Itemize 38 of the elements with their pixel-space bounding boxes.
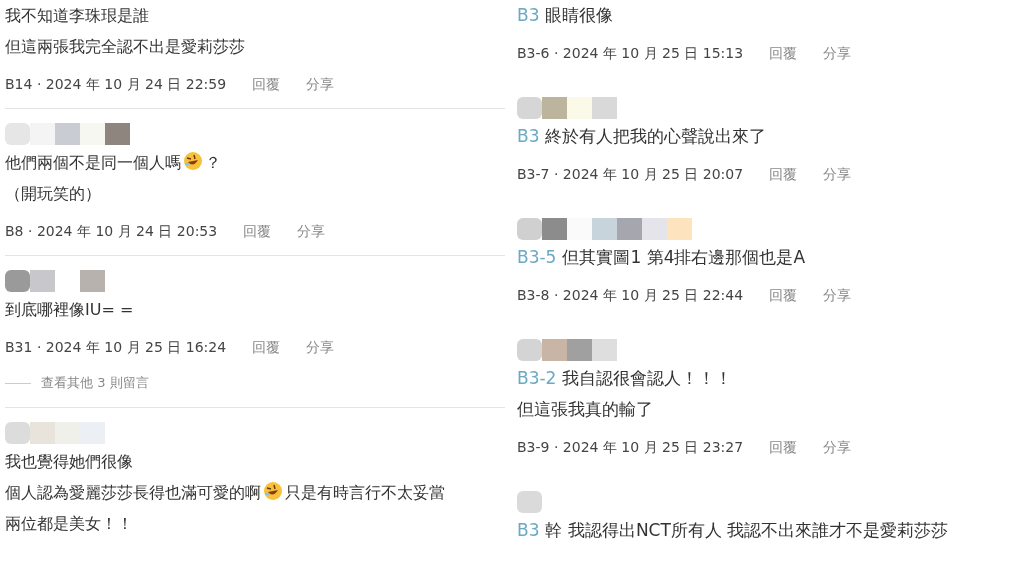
reply-button[interactable]: 回覆 bbox=[769, 284, 798, 306]
comment-text: B3-5 但其實圖1 第4排右邊那個也是A bbox=[517, 246, 807, 269]
comment-text: （開玩笑的） bbox=[5, 183, 102, 205]
share-button[interactable]: 分享 bbox=[306, 336, 335, 358]
comment-text: 但這張我真的輸了 bbox=[517, 398, 654, 421]
laughing-emoji-icon bbox=[183, 151, 203, 171]
share-button[interactable]: 分享 bbox=[297, 220, 326, 242]
share-button[interactable]: 分享 bbox=[823, 284, 852, 306]
comment-text: 但這兩張我完全認不出是愛莉莎莎 bbox=[5, 36, 246, 58]
reply-button[interactable]: 回覆 bbox=[769, 42, 798, 64]
comment-text: 個人認為愛麗莎莎長得也滿可愛的啊 只是有時言行不太妥當 bbox=[5, 480, 446, 504]
comment-text: B3-2 我自認很會認人！！！ bbox=[517, 367, 734, 390]
post-floor-and-date: B3-8 · 2024 年 10 月 25 日 22:44 bbox=[517, 285, 744, 305]
post-floor-and-date: B3-9 · 2024 年 10 月 25 日 23:27 bbox=[517, 437, 744, 457]
comment-text: 我也覺得她們很像 bbox=[5, 451, 134, 473]
comment-text: 到底哪裡像IU= = bbox=[5, 299, 135, 321]
reply-button[interactable]: 回覆 bbox=[769, 163, 798, 185]
reply-button[interactable]: 回覆 bbox=[769, 436, 798, 458]
share-button[interactable]: 分享 bbox=[823, 436, 852, 458]
post-floor-and-date: B14 · 2024 年 10 月 24 日 22:59 bbox=[5, 74, 227, 94]
post-floor-and-date: B3-7 · 2024 年 10 月 25 日 20:07 bbox=[517, 164, 744, 184]
comment-text: B3 終於有人把我的心聲說出來了 bbox=[517, 125, 768, 148]
share-button[interactable]: 分享 bbox=[823, 163, 852, 185]
reply-button[interactable]: 回覆 bbox=[243, 220, 272, 242]
share-button[interactable]: 分享 bbox=[306, 73, 335, 95]
reply-button[interactable]: 回覆 bbox=[252, 336, 281, 358]
post-floor-and-date: B3-6 · 2024 年 10 月 25 日 15:13 bbox=[517, 43, 744, 63]
comment-text: B3 眼睛很像 bbox=[517, 4, 615, 27]
comment-text: 我不知道李珠珢是誰 bbox=[5, 5, 150, 27]
post-floor-and-date: B8 · 2024 年 10 月 24 日 20:53 bbox=[5, 221, 218, 241]
share-button[interactable]: 分享 bbox=[823, 42, 852, 64]
reply-button[interactable]: 回覆 bbox=[252, 73, 281, 95]
comment-text: B3 幹 我認得出NCT所有人 我認不出來誰才不是愛莉莎莎 bbox=[517, 519, 950, 542]
comment-text: 他們兩個不是同一個人嗎 ？ bbox=[5, 150, 222, 174]
view-more-replies-link[interactable]: 查看其他 3 則留言 bbox=[41, 373, 149, 393]
post-floor-and-date: B31 · 2024 年 10 月 25 日 16:24 bbox=[5, 337, 227, 357]
comment-text: 兩位都是美女！！ bbox=[5, 513, 134, 535]
laughing-emoji-icon bbox=[263, 481, 283, 501]
